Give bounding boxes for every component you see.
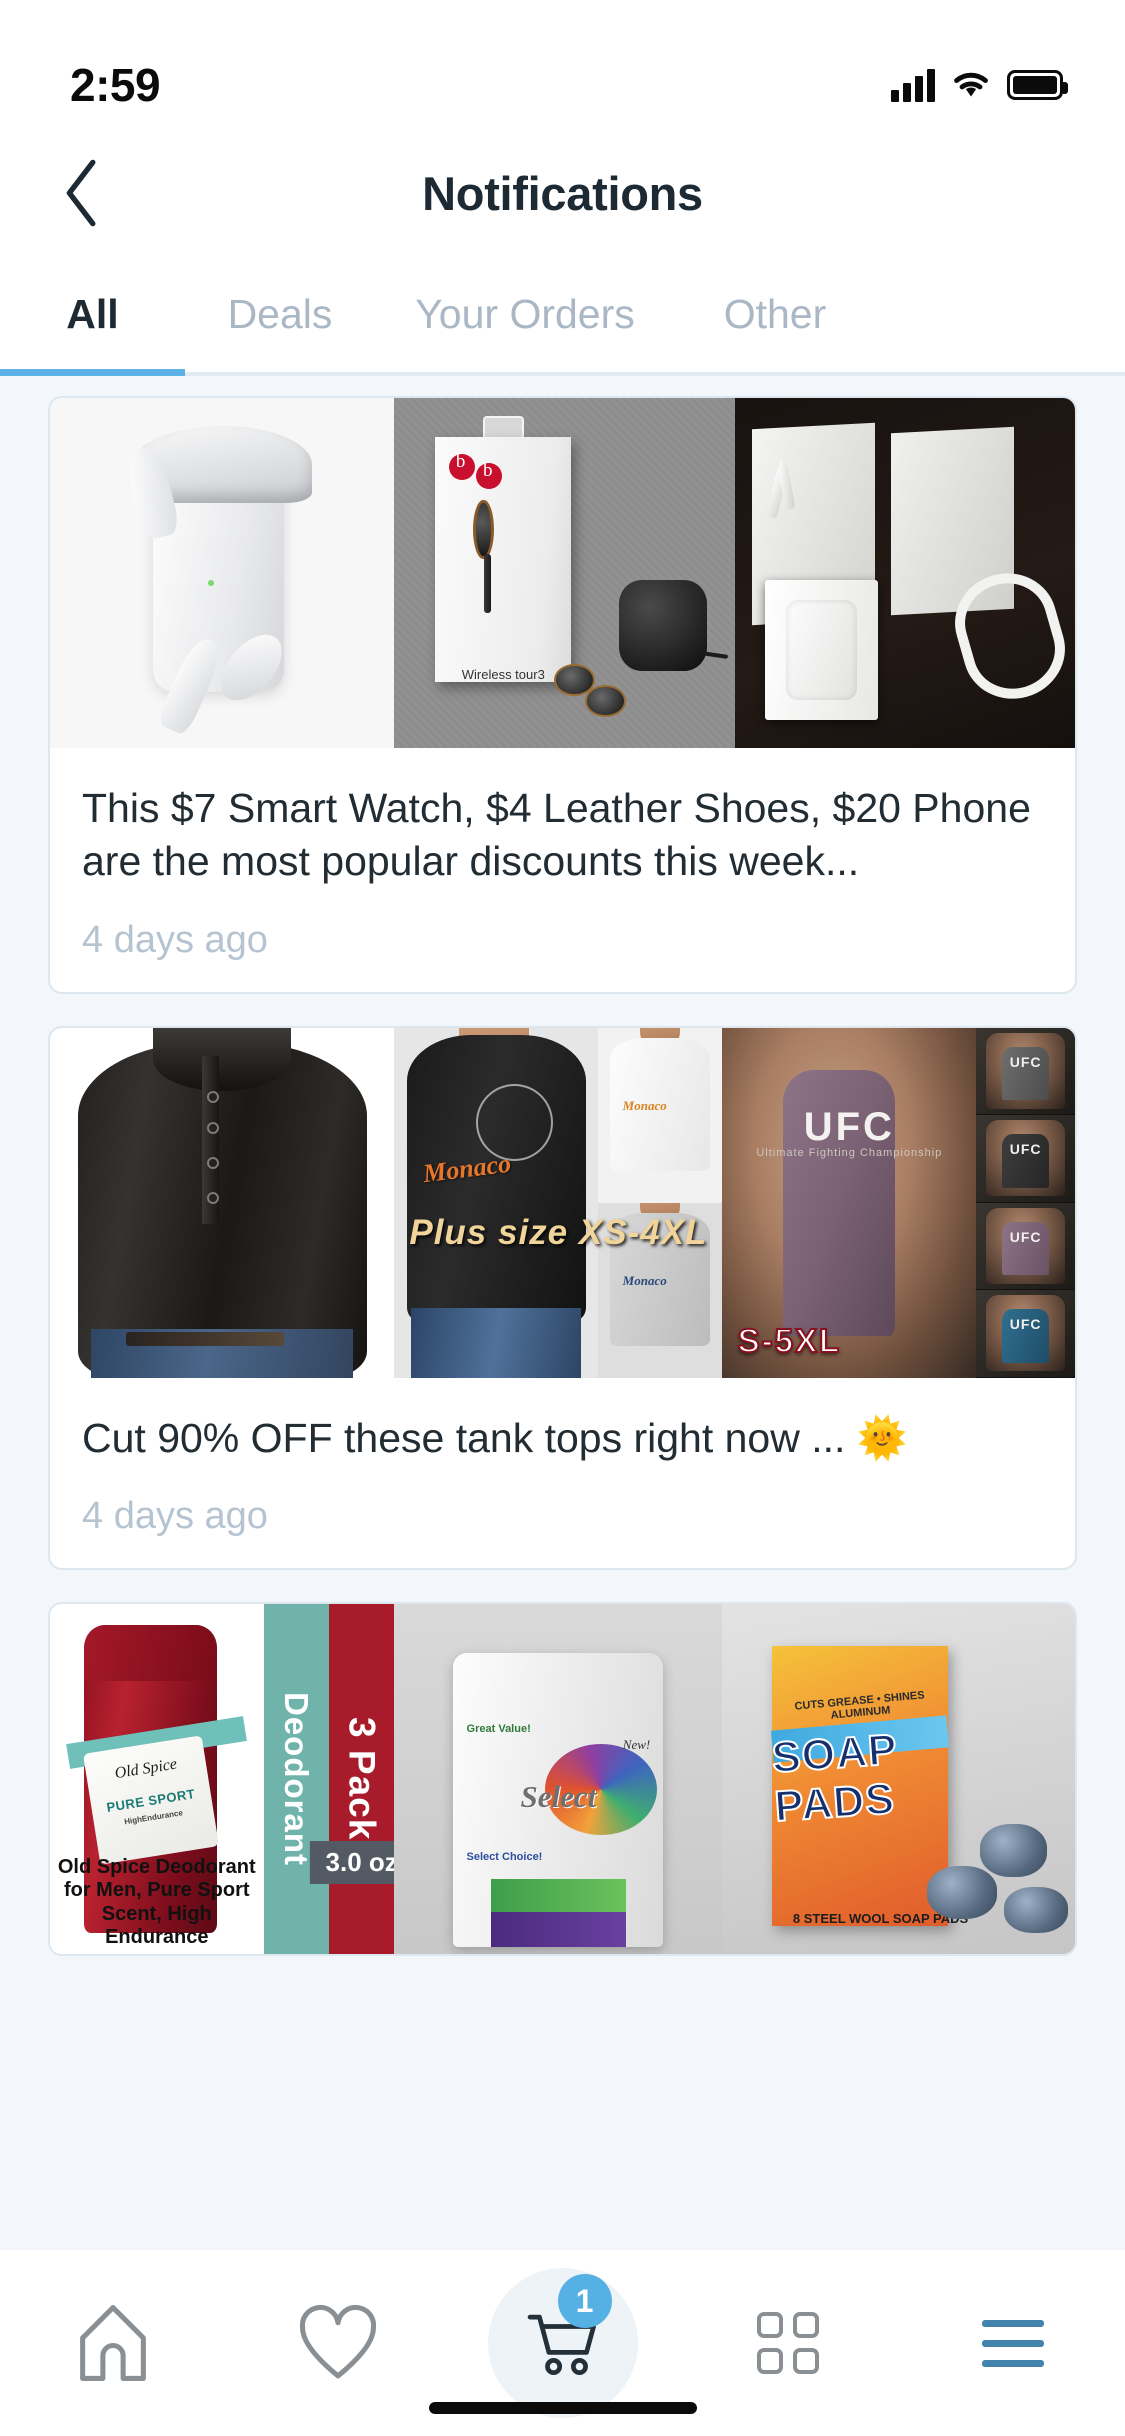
grid-icon <box>756 2312 819 2374</box>
notification-title: Cut 90% OFF these tank tops right now ..… <box>82 1414 908 1461</box>
page-title: Notifications <box>422 166 703 220</box>
notification-timestamp: 4 days ago <box>82 1494 268 1537</box>
pack-band-label: 3 Pack <box>341 1717 383 1841</box>
beats-box-caption: Wireless tour3 <box>461 666 545 682</box>
notification-card[interactable]: Wireless tour3 This $7 Smart Watch, $4 L… <box>48 396 1077 994</box>
ufc-brand-text: UFC <box>803 1104 895 1149</box>
notification-image-strip: Old Spice PURE SPORT HighEndurance Old S… <box>50 1603 1075 1954</box>
product-image-select-tissue: Great Value! New! Select Select Choice! <box>394 1603 723 1954</box>
tab-other[interactable]: Other <box>675 254 875 372</box>
notification-card[interactable]: Old Spice PURE SPORT HighEndurance Old S… <box>48 1601 1077 1956</box>
notifications-list[interactable]: Wireless tour3 This $7 Smart Watch, $4 L… <box>0 376 1125 2436</box>
nav-bar: Notifications <box>0 132 1125 254</box>
deodorant-band-label: Deodorant <box>278 1691 316 1866</box>
notification-image-strip: Wireless tour3 <box>50 398 1075 748</box>
size-badge: 3.0 oz <box>309 1840 395 1884</box>
nav-item-wishlist[interactable] <box>248 2268 428 2418</box>
status-bar: 2:59 <box>0 0 1125 132</box>
chevron-left-icon <box>66 159 96 227</box>
cart-button-background: 1 <box>487 2268 638 2418</box>
notifications-screen: 2:59 Notifications All Deals Your Orders… <box>0 0 1125 2436</box>
nav-item-home[interactable] <box>23 2268 203 2418</box>
product-image-monaco-tees: Monaco Monaco Monaco Plus size XS-4XL <box>394 1027 723 1378</box>
nav-item-cart[interactable]: 1 <box>473 2268 653 2418</box>
battery-icon <box>1007 70 1068 100</box>
hamburger-menu-icon <box>981 2319 1044 2367</box>
notification-body: This $7 Smart Watch, $4 Leather Shoes, $… <box>50 748 1075 992</box>
status-icons <box>891 68 1068 102</box>
tab-bar: All Deals Your Orders Other <box>0 254 1125 376</box>
nav-item-menu[interactable] <box>923 2268 1103 2418</box>
pack-band: 3 Pack 3.0 oz <box>309 1603 395 1954</box>
product-image-ufc-tanks: UFC Ultimate Fighting Championship S-5XL… <box>722 1027 1075 1378</box>
home-icon <box>79 2305 146 2381</box>
cart-badge-count: 1 <box>557 2274 612 2328</box>
heart-icon <box>299 2304 376 2379</box>
cellular-signal-icon <box>891 68 935 102</box>
wifi-icon <box>954 72 988 97</box>
notification-timestamp: 4 days ago <box>82 918 268 961</box>
plus-size-overlay-label: Plus size XS-4XL <box>409 1213 708 1253</box>
notification-image-strip: Monaco Monaco Monaco Plus size XS-4XL UF… <box>50 1027 1075 1378</box>
status-time: 2:59 <box>70 59 161 111</box>
select-choice-tag: Select Choice! <box>466 1850 543 1863</box>
back-button[interactable] <box>42 153 122 233</box>
old-spice-caption: Old Spice Deodorant for Men, Pure Sport … <box>57 1855 256 1949</box>
great-value-tag: Great Value! <box>466 1722 531 1735</box>
select-brand-text: Select <box>520 1778 597 1814</box>
notification-card[interactable]: Monaco Monaco Monaco Plus size XS-4XL UF… <box>48 1025 1077 1570</box>
deodorant-band: Deodorant <box>263 1603 329 1954</box>
notification-title: This $7 Smart Watch, $4 Leather Shoes, $… <box>82 785 1031 885</box>
old-spice-brand-text: Old Spice <box>113 1755 178 1782</box>
new-tag: New! <box>622 1736 651 1752</box>
home-indicator <box>428 2402 697 2414</box>
product-image-soap-pads: CUTS GREASE • SHINES ALUMINUM SOAP PADS … <box>722 1603 1075 1954</box>
size-range-overlay-label: S-5XL <box>737 1321 842 1360</box>
active-tab-indicator <box>0 369 185 376</box>
product-image-beats-box: Wireless tour3 <box>394 398 735 748</box>
tab-your-orders[interactable]: Your Orders <box>375 254 675 372</box>
ufc-brand-subtext: Ultimate Fighting Championship <box>756 1146 943 1159</box>
product-image-old-spice: Old Spice PURE SPORT HighEndurance Old S… <box>50 1603 395 1954</box>
tab-all[interactable]: All <box>0 254 185 372</box>
product-image-airpods-boxes <box>734 398 1075 748</box>
nav-item-categories[interactable] <box>698 2268 878 2418</box>
tab-deals[interactable]: Deals <box>185 254 375 372</box>
notification-body: Cut 90% OFF these tank tops right now ..… <box>50 1378 1075 1568</box>
product-image-black-henley <box>50 1027 395 1378</box>
product-image-airpods <box>50 398 395 748</box>
